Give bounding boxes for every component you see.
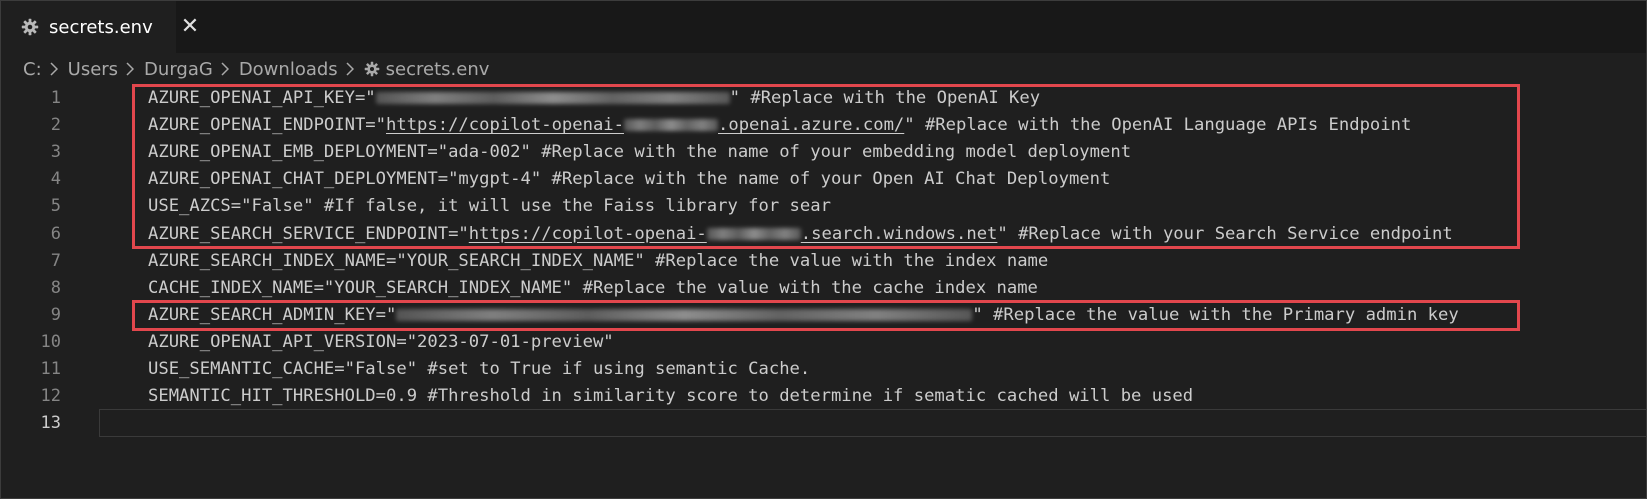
breadcrumb: C: Users DurgaG Downloads secrets.env [23, 56, 489, 82]
breadcrumb-item[interactable]: secrets.env [364, 58, 490, 80]
line-number: 13 [40, 413, 61, 434]
chevron-right-icon [126, 62, 136, 76]
code-line[interactable]: 7 AZURE_SEARCH_INDEX_NAME="YOUR_SEARCH_IN… [1, 247, 1646, 275]
line-number: 1 [50, 88, 61, 108]
code-segment: USE_SEMANTIC_CACHE="False" #set to True … [148, 359, 811, 379]
line-number: 10 [40, 331, 61, 352]
close-icon[interactable]: ✕ [181, 16, 199, 38]
code-line[interactable]: 13 [1, 409, 1647, 438]
tab-secrets-env[interactable]: secrets.env ✕ [1, 1, 199, 53]
line-number: 2 [50, 115, 61, 136]
gear-icon [364, 61, 380, 77]
breadcrumb-label: secrets.env [385, 58, 490, 80]
breadcrumb-item[interactable]: Downloads [239, 59, 338, 80]
breadcrumb-item[interactable]: C: [23, 59, 42, 80]
line-number: 6 [50, 223, 61, 244]
line-number: 4 [50, 169, 61, 190]
code-line[interactable]: 11 USE_SEMANTIC_CACHE="False" #set to Tru… [1, 355, 1646, 383]
code-segment: CACHE_INDEX_NAME="YOUR_SEARCH_INDEX_NAME… [148, 277, 1038, 298]
breadcrumb-item[interactable]: DurgaG [144, 59, 213, 80]
code-line[interactable]: 8 CACHE_INDEX_NAME="YOUR_SEARCH_INDEX_NAM… [1, 274, 1646, 302]
tab-title: secrets.env [49, 16, 153, 38]
code-segment: SEMANTIC_HIT_THRESHOLD=0.9 #Threshold in… [148, 386, 1194, 407]
code-line[interactable]: 12 SEMANTIC_HIT_THRESHOLD=0.9 #Threshold … [1, 382, 1646, 410]
chevron-right-icon [221, 62, 231, 76]
line-number: 7 [50, 250, 61, 271]
line-number: 3 [50, 142, 61, 163]
gear-icon [21, 17, 39, 37]
chevron-right-icon [50, 62, 60, 76]
highlight-box-line-9 [132, 300, 1520, 331]
code-line[interactable]: 10 AZURE_OPENAI_API_VERSION="2023-07-01-p… [1, 328, 1646, 356]
code-segment: AZURE_OPENAI_API_VERSION="2023-07-01-pre… [148, 331, 614, 352]
tab-bar: secrets.env ✕ [1, 1, 1646, 53]
line-number: 11 [40, 359, 61, 379]
current-line-highlight [99, 409, 1647, 438]
code-text: SEMANTIC_HIT_THRESHOLD=0.9 #Threshold in… [148, 382, 1193, 410]
line-number: 5 [50, 196, 61, 217]
code-segment: AZURE_SEARCH_INDEX_NAME="YOUR_SEARCH_IND… [148, 250, 1049, 271]
chevron-right-icon [346, 62, 356, 76]
line-number: 9 [50, 304, 61, 325]
breadcrumb-item[interactable]: Users [68, 59, 118, 80]
code-text: AZURE_SEARCH_INDEX_NAME="YOUR_SEARCH_IND… [148, 247, 1048, 275]
code-text: USE_SEMANTIC_CACHE="False" #set to True … [148, 355, 810, 383]
line-number: 8 [50, 277, 61, 298]
code-text: AZURE_OPENAI_API_VERSION="2023-07-01-pre… [148, 328, 614, 356]
code-text: CACHE_INDEX_NAME="YOUR_SEARCH_INDEX_NAME… [148, 274, 1038, 302]
highlight-box-lines-1-6 [132, 84, 1520, 249]
line-number: 12 [40, 386, 61, 407]
